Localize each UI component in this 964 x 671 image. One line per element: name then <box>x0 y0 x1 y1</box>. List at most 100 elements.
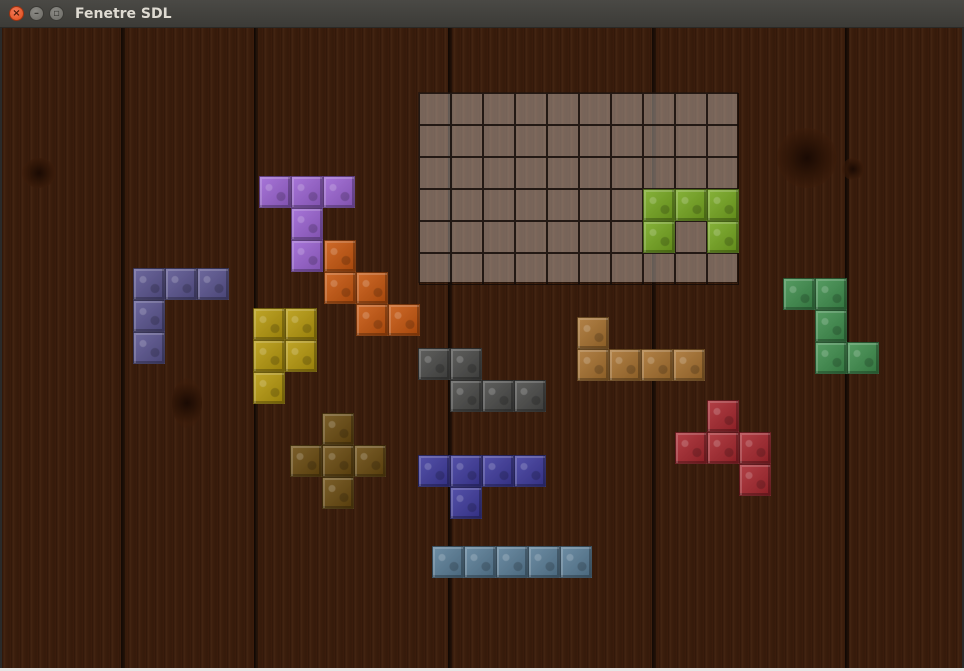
board-cell[interactable] <box>547 189 579 221</box>
board-cell[interactable] <box>611 157 643 189</box>
board-cell[interactable] <box>547 125 579 157</box>
piece-block[interactable] <box>815 342 847 374</box>
piece-block[interactable] <box>739 464 771 496</box>
board-cell[interactable] <box>547 93 579 125</box>
board-cell[interactable] <box>707 93 739 125</box>
board-cell[interactable] <box>643 125 675 157</box>
board-cell[interactable] <box>515 157 547 189</box>
piece-block[interactable] <box>514 380 546 412</box>
board-cell[interactable] <box>547 221 579 253</box>
board-cell[interactable] <box>515 189 547 221</box>
board-cell[interactable] <box>611 93 643 125</box>
board-cell[interactable] <box>451 93 483 125</box>
piece-block[interactable] <box>285 340 317 372</box>
board-cell[interactable] <box>579 253 611 285</box>
piece-block[interactable] <box>388 304 420 336</box>
piece-block[interactable] <box>323 176 355 208</box>
piece-block[interactable] <box>847 342 879 374</box>
piece-block[interactable] <box>418 455 450 487</box>
piece-block[interactable] <box>324 240 356 272</box>
piece-block[interactable] <box>324 272 356 304</box>
piece-block[interactable] <box>291 208 323 240</box>
piece-block[interactable] <box>641 349 673 381</box>
piece-block[interactable] <box>739 432 771 464</box>
piece-block[interactable] <box>560 546 592 578</box>
board-cell[interactable] <box>675 221 707 253</box>
piece-block[interactable] <box>528 546 560 578</box>
board-cell[interactable] <box>547 157 579 189</box>
board-cell[interactable] <box>419 125 451 157</box>
puzzle-board[interactable] <box>418 92 739 285</box>
piece-block[interactable] <box>482 380 514 412</box>
piece-block[interactable] <box>259 176 291 208</box>
board-cell[interactable] <box>419 189 451 221</box>
piece-block[interactable] <box>165 268 197 300</box>
piece-block[interactable] <box>253 308 285 340</box>
piece-block[interactable] <box>418 348 450 380</box>
piece-block[interactable] <box>133 300 165 332</box>
board-cell[interactable] <box>419 221 451 253</box>
board-cell[interactable] <box>419 157 451 189</box>
piece-block[interactable] <box>815 278 847 310</box>
board-cell[interactable] <box>483 189 515 221</box>
piece-block[interactable] <box>577 317 609 349</box>
piece-block[interactable] <box>432 546 464 578</box>
board-cell[interactable] <box>675 125 707 157</box>
board-cell[interactable] <box>611 189 643 221</box>
board-cell[interactable] <box>483 221 515 253</box>
board-cell[interactable] <box>483 157 515 189</box>
piece-block[interactable] <box>673 349 705 381</box>
piece-block[interactable] <box>253 372 285 404</box>
piece-block[interactable] <box>577 349 609 381</box>
board-cell[interactable] <box>643 93 675 125</box>
piece-block[interactable] <box>322 477 354 509</box>
piece-block[interactable] <box>356 304 388 336</box>
piece-block[interactable] <box>285 308 317 340</box>
close-button[interactable]: × <box>9 6 24 21</box>
maximize-button[interactable]: ▫ <box>49 6 64 21</box>
board-cell[interactable] <box>515 253 547 285</box>
piece-block[interactable] <box>291 240 323 272</box>
placed-block-lime-u[interactable] <box>643 221 675 253</box>
board-cell[interactable] <box>547 253 579 285</box>
board-cell[interactable] <box>579 189 611 221</box>
board-cell[interactable] <box>579 125 611 157</box>
board-cell[interactable] <box>611 253 643 285</box>
piece-block[interactable] <box>450 380 482 412</box>
board-cell[interactable] <box>579 93 611 125</box>
board-cell[interactable] <box>419 93 451 125</box>
piece-block[interactable] <box>356 272 388 304</box>
placed-block-lime-u[interactable] <box>675 189 707 221</box>
board-cell[interactable] <box>419 253 451 285</box>
piece-block[interactable] <box>133 332 165 364</box>
board-cell[interactable] <box>483 125 515 157</box>
placed-block-lime-u[interactable] <box>707 189 739 221</box>
piece-block[interactable] <box>290 445 322 477</box>
board-cell[interactable] <box>451 253 483 285</box>
piece-block[interactable] <box>496 546 528 578</box>
board-cell[interactable] <box>515 93 547 125</box>
board-cell[interactable] <box>483 93 515 125</box>
piece-block[interactable] <box>253 340 285 372</box>
piece-block[interactable] <box>609 349 641 381</box>
piece-block[interactable] <box>707 432 739 464</box>
board-cell[interactable] <box>451 189 483 221</box>
piece-block[interactable] <box>133 268 165 300</box>
placed-block-lime-u[interactable] <box>643 189 675 221</box>
placed-block-lime-u[interactable] <box>707 221 739 253</box>
piece-block[interactable] <box>291 176 323 208</box>
piece-block[interactable] <box>450 348 482 380</box>
board-cell[interactable] <box>643 157 675 189</box>
piece-block[interactable] <box>464 546 496 578</box>
game-canvas[interactable] <box>2 28 962 668</box>
board-cell[interactable] <box>451 125 483 157</box>
board-cell[interactable] <box>611 221 643 253</box>
piece-block[interactable] <box>354 445 386 477</box>
piece-block[interactable] <box>450 487 482 519</box>
title-bar[interactable]: × – ▫ Fenetre SDL <box>0 0 964 28</box>
piece-block[interactable] <box>450 455 482 487</box>
board-cell[interactable] <box>707 125 739 157</box>
board-cell[interactable] <box>675 93 707 125</box>
piece-block[interactable] <box>815 310 847 342</box>
board-cell[interactable] <box>643 253 675 285</box>
